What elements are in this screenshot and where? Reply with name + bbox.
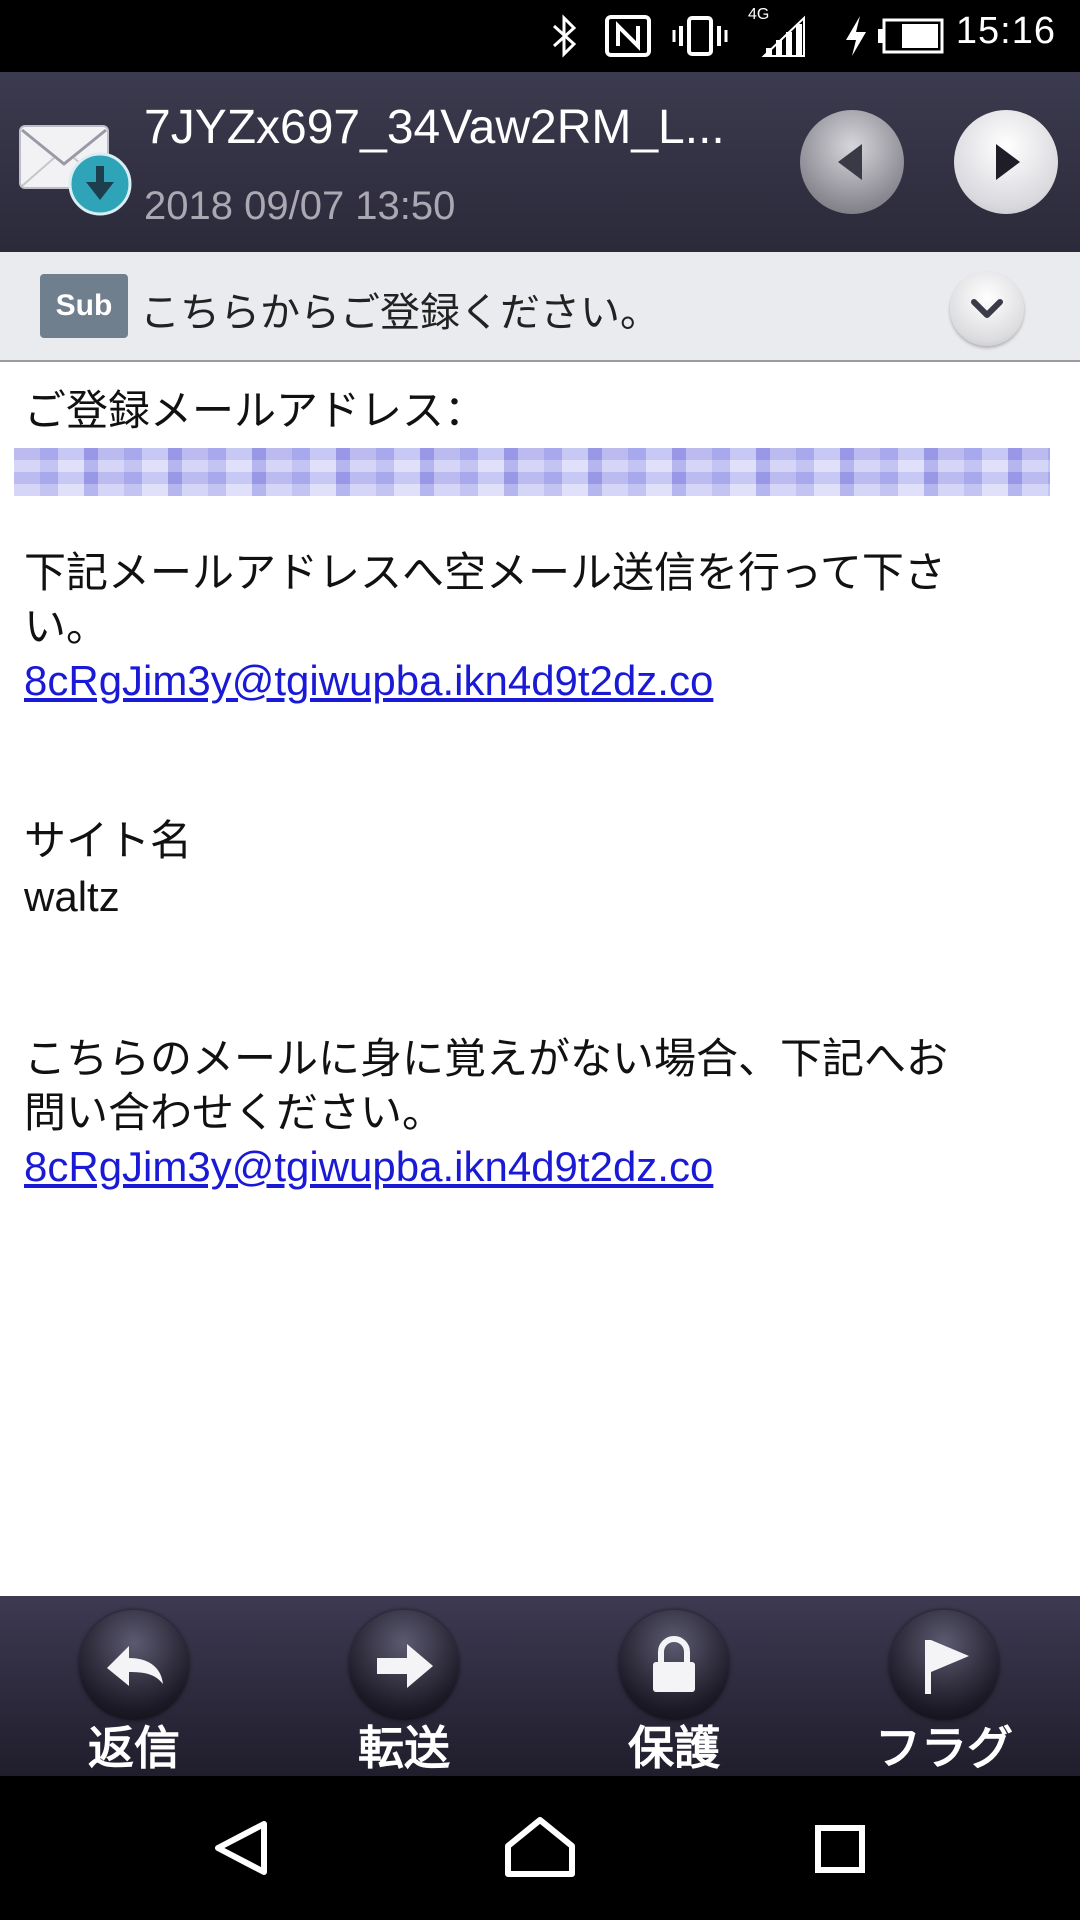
flag-button-ball <box>889 1610 999 1720</box>
contact-email-link[interactable]: 8cRgJim3y@tgiwupba.ikn4d9t2dz.co <box>24 1143 713 1190</box>
lock-icon <box>653 1636 695 1692</box>
link-row-1: 8cRgJim3y@tgiwupba.ikn4d9t2dz.co <box>24 654 1054 708</box>
subject-badge: Sub <box>40 274 128 338</box>
redacted-email-address <box>14 448 1050 496</box>
recent-apps-icon[interactable] <box>800 1776 880 1920</box>
forward-label: 転送 <box>358 1721 450 1775</box>
site-name-value: waltz <box>24 873 120 920</box>
reply-button-ball <box>79 1610 189 1720</box>
clock: 15:16 <box>955 10 1056 52</box>
reply-icon <box>107 1646 163 1686</box>
previous-message-button[interactable] <box>800 110 904 214</box>
protect-button-ball <box>619 1610 729 1720</box>
link-row-2: 8cRgJim3y@tgiwupba.ikn4d9t2dz.co <box>24 1140 1054 1194</box>
protect-label: 保護 <box>628 1721 720 1775</box>
vibrate-icon <box>672 16 728 56</box>
message-title: 7JYZx697_34Vaw2RM_L... <box>144 101 725 154</box>
message-date: 2018 09/07 13:50 <box>144 184 456 228</box>
home-icon[interactable] <box>500 1776 580 1920</box>
bluetooth-icon <box>552 14 577 58</box>
subject-text: こちらからご登録ください。 <box>140 290 660 336</box>
registered-address-label: ご登録メールアドレス： <box>24 386 487 435</box>
instruction-line-1: 下記メールアドレスへ空メール送信を行って下さ <box>24 548 946 597</box>
instruction-line-2: い。 <box>24 602 109 651</box>
protect-button[interactable]: 保護 <box>574 1610 774 1775</box>
expand-details-button[interactable] <box>950 272 1024 346</box>
forward-button[interactable]: 転送 <box>304 1610 504 1775</box>
flag-button[interactable]: フラグ <box>844 1610 1044 1775</box>
charging-icon <box>846 16 866 56</box>
bottom-toolbar: 返信 転送 保護 フラグ <box>0 1596 1080 1776</box>
status-bar: 4G 15:16 <box>0 0 1080 72</box>
reply-button[interactable]: 返信 <box>34 1610 234 1775</box>
site-name-label: サイト名 <box>24 816 193 865</box>
contact-line-1: こちらのメールに身に覚えがない場合、下記へお <box>24 1034 949 1083</box>
next-message-button[interactable] <box>954 110 1058 214</box>
flag-icon <box>925 1640 969 1694</box>
message-header: 7JYZx697_34Vaw2RM_L... 2018 09/07 13:50 <box>0 72 1080 252</box>
previous-arrow-icon <box>838 144 862 180</box>
subject-bar: Sub こちらからご登録ください。 <box>0 252 1080 362</box>
forward-arrow-icon <box>377 1644 433 1688</box>
forward-button-ball <box>349 1610 459 1720</box>
system-navigation-bar <box>0 1776 1080 1920</box>
next-arrow-icon <box>996 144 1020 180</box>
contact-text: こちらのメールに身に覚えがない場合、下記へお 問い合わせください。 <box>24 1032 1054 1140</box>
flag-label: フラグ <box>875 1721 1013 1775</box>
contact-line-2: 問い合わせください。 <box>24 1088 445 1137</box>
nfc-icon <box>605 15 651 57</box>
back-icon[interactable] <box>200 1776 280 1920</box>
mail-download-icon <box>19 125 132 216</box>
reply-label: 返信 <box>88 1721 180 1775</box>
battery-icon <box>878 18 944 54</box>
registration-email-link[interactable]: 8cRgJim3y@tgiwupba.ikn4d9t2dz.co <box>24 657 713 704</box>
instruction-text: 下記メールアドレスへ空メール送信を行って下さ い。 <box>24 546 1054 654</box>
signal-icon <box>761 15 805 57</box>
chevron-down-icon <box>971 299 1003 318</box>
